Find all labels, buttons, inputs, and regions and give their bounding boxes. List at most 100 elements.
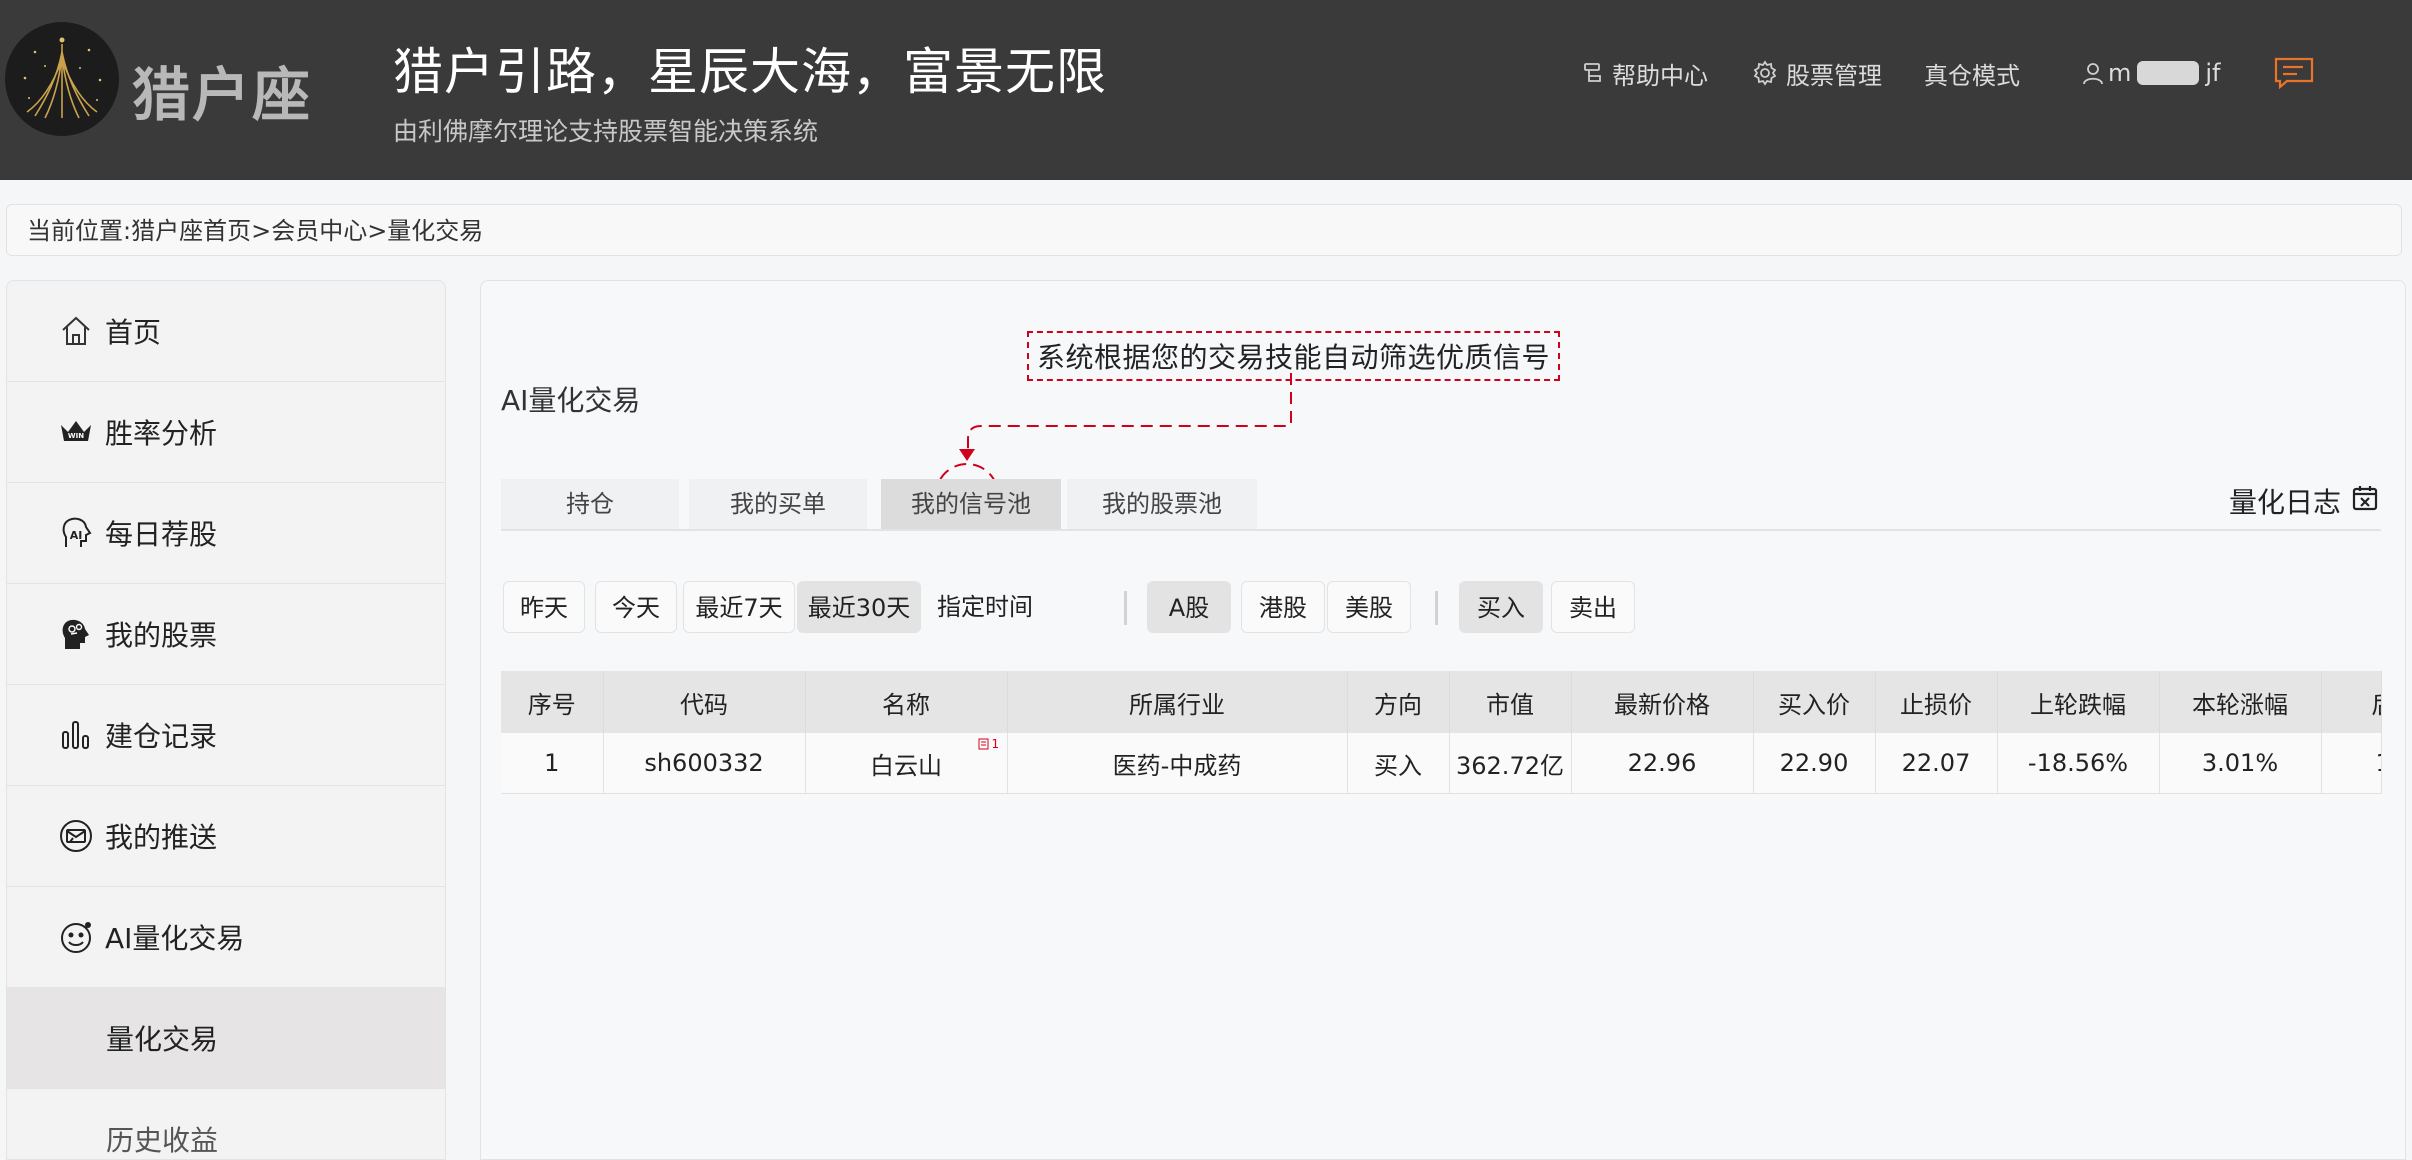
filter-divider (1124, 591, 1127, 625)
signal-table: 序号 代码 名称 所属行业 方向 市值 最新价格 买入价 止损价 上轮跌幅 本轮… (501, 671, 2382, 794)
quant-log-button[interactable]: 量化日志 (2229, 481, 2379, 521)
sidebar-item-win-rate[interactable]: WIN 胜率分析 (7, 382, 445, 483)
table-cell: 3.01% (2159, 733, 2322, 794)
logo-text[interactable]: 猎户座 (132, 48, 312, 132)
column-header[interactable]: 买入价 (1753, 671, 1876, 733)
table-cell: 1 (2321, 733, 2382, 794)
sidebar-item-label: 我的股票 (105, 619, 218, 652)
tab-bar: 持仓 我的买单 我的信号池 我的股票池 (501, 479, 2381, 531)
filter-buy[interactable]: 买入 (1459, 581, 1543, 633)
column-header[interactable]: 最新价格 (1571, 671, 1754, 733)
tab-stock-pool[interactable]: 我的股票池 (1067, 479, 1257, 529)
filter-sell[interactable]: 卖出 (1551, 581, 1635, 633)
report-badge-icon[interactable]: 1 (978, 737, 1000, 751)
bar-chart-icon (57, 716, 95, 754)
tab-signal-pool[interactable]: 我的信号池 (881, 479, 1061, 529)
robot-face-icon (57, 918, 95, 956)
real-mode-link[interactable]: 真仓模式 (1924, 56, 2020, 90)
sidebar-item-ai-quant[interactable]: AI量化交易 (7, 887, 445, 988)
breadcrumb: 当前位置:猎户座首页>会员中心>量化交易 (6, 204, 2402, 256)
sidebar-subitem-history-returns[interactable]: 历史收益 (7, 1089, 445, 1159)
brain-head-icon (57, 615, 95, 653)
filter-last-30-days[interactable]: 最近30天 (797, 581, 921, 633)
column-header[interactable]: 上轮跌幅 (1997, 671, 2160, 733)
stock-name-cell[interactable]: 白云山 1 (805, 733, 1008, 794)
tab-my-orders[interactable]: 我的买单 (689, 479, 867, 529)
column-header[interactable]: 本轮涨幅 (2159, 671, 2322, 733)
header-slogan: 猎户引路，星辰大海，富景无限 (393, 43, 1107, 101)
column-header[interactable]: 方向 (1347, 671, 1450, 733)
table-cell: 买入 (1347, 733, 1450, 794)
user-name-redacted (2137, 61, 2200, 85)
user-name-prefix: m (2108, 59, 2132, 87)
sidebar-item-label: 我的推送 (105, 821, 218, 854)
sidebar-item-position-records[interactable]: 建仓记录 (7, 685, 445, 786)
signal-pool-callout: 系统根据您的交易技能自动筛选优质信号 (1027, 331, 1561, 381)
callout-arrow-icon (935, 373, 1292, 527)
stock-name[interactable]: 白云山 (870, 752, 942, 780)
filter-divider (1435, 591, 1438, 625)
table-cell: 医药-中成药 (1007, 733, 1348, 794)
table-header-row: 序号 代码 名称 所属行业 方向 市值 最新价格 买入价 止损价 上轮跌幅 本轮… (501, 671, 2382, 733)
sidebar-item-my-stocks[interactable]: 我的股票 (7, 584, 445, 685)
ai-head-icon: AI (57, 514, 95, 552)
stock-manage-label: 股票管理 (1786, 61, 1882, 90)
table-cell: 22.96 (1571, 733, 1754, 794)
message-icon[interactable] (2272, 56, 2316, 94)
column-header[interactable]: 序号 (501, 671, 604, 733)
user-menu[interactable]: m jf (2082, 56, 2221, 90)
filter-yesterday[interactable]: 昨天 (503, 581, 585, 633)
filter-last-7-days[interactable]: 最近7天 (683, 581, 795, 633)
column-header[interactable]: 市值 (1449, 671, 1572, 733)
column-header[interactable]: 所属行业 (1007, 671, 1348, 733)
sidebar-item-label: 建仓记录 (105, 720, 218, 753)
crown-win-icon: WIN (57, 413, 95, 451)
table-row[interactable]: 1 sh600332 白云山 1 医药-中成药 买入 362.72亿 22.96… (501, 733, 2382, 794)
column-header[interactable]: 名称 (805, 671, 1008, 733)
table-cell: 22.90 (1753, 733, 1876, 794)
user-name-suffix: jf (2205, 59, 2221, 87)
help-center-link[interactable]: 帮助中心 (1582, 56, 1708, 90)
column-header[interactable]: 后 (2321, 671, 2382, 733)
push-icon (57, 817, 95, 855)
gear-icon (1752, 60, 1778, 86)
filter-today[interactable]: 今天 (595, 581, 677, 633)
filter-us-shares[interactable]: 美股 (1327, 581, 1411, 633)
report-badge-count: 1 (991, 737, 1000, 751)
page-title: AI量化交易 (501, 384, 641, 417)
sidebar-item-label: 首页 (105, 316, 162, 349)
filter-custom-time[interactable]: 指定时间 (937, 581, 1087, 633)
sidebar-item-home[interactable]: 首页 (7, 281, 445, 382)
table-cell: 22.07 (1875, 733, 1998, 794)
real-mode-label: 真仓模式 (1924, 61, 2020, 90)
sidebar-item-label: 胜率分析 (105, 417, 218, 450)
column-header[interactable]: 止损价 (1875, 671, 1998, 733)
main-panel: 系统根据您的交易技能自动筛选优质信号 AI量化交易 持仓 我的买单 我的信号池 … (480, 280, 2406, 1160)
column-header[interactable]: 代码 (603, 671, 806, 733)
table-cell: 1 (501, 733, 604, 794)
filter-hk-shares[interactable]: 港股 (1241, 581, 1325, 633)
sidebar-item-label: 每日荐股 (105, 518, 218, 551)
svg-text:AI: AI (70, 529, 83, 542)
sidebar-item-label: AI量化交易 (105, 922, 245, 955)
logo-icon[interactable] (5, 22, 119, 136)
filter-a-shares[interactable]: A股 (1147, 581, 1231, 633)
calendar-icon (2351, 484, 2379, 519)
sidebar-item-label: 历史收益 (106, 1124, 219, 1157)
table-cell: -18.56% (1997, 733, 2160, 794)
help-center-label: 帮助中心 (1612, 61, 1708, 90)
sidebar: 首页 WIN 胜率分析 AI 每日荐股 我的股票 建仓记录 我的推送 AI量化交 (6, 280, 446, 1160)
top-header: 猎户座 猎户引路，星辰大海，富景无限 由利佛摩尔理论支持股票智能决策系统 帮助中… (0, 0, 2412, 180)
svg-text:WIN: WIN (68, 432, 84, 440)
header-subslogan: 由利佛摩尔理论支持股票智能决策系统 (393, 117, 819, 146)
sidebar-item-daily-picks[interactable]: AI 每日荐股 (7, 483, 445, 584)
sidebar-item-label: 量化交易 (106, 1023, 219, 1056)
user-icon (2082, 61, 2104, 85)
help-center-icon (1582, 61, 1604, 85)
tab-holdings[interactable]: 持仓 (501, 479, 679, 529)
table-cell: sh600332 (603, 733, 806, 794)
home-icon (57, 312, 95, 350)
sidebar-subitem-quant-trading[interactable]: 量化交易 (7, 988, 445, 1089)
stock-manage-link[interactable]: 股票管理 (1752, 56, 1882, 90)
sidebar-item-my-push[interactable]: 我的推送 (7, 786, 445, 887)
